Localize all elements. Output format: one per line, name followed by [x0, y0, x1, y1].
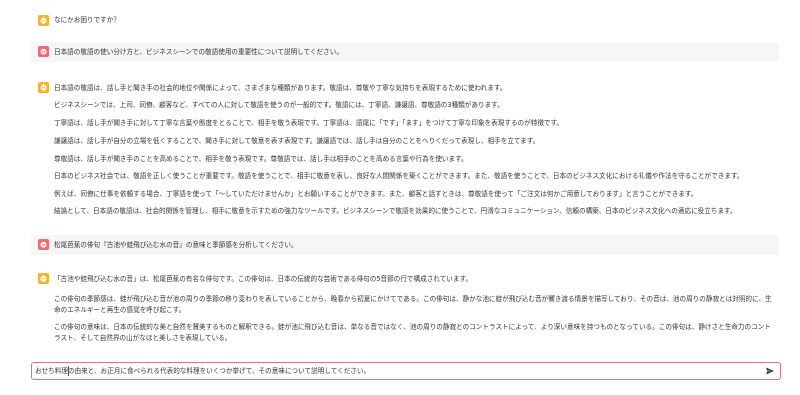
message-text: この俳句の意味は、日本の伝統的な美と自然を賛美するものと解釈できる。蛙が池に飛び…	[54, 323, 771, 342]
message-text: ビジネスシーンでは、上司、同僚、顧客など、すべての人に対して敬語を使うのが一般的…	[54, 101, 504, 109]
assistant-message-2: 日本語の敬語は、話し手と聞き手の社会的地位や関係によって、さまざまな種類がありま…	[31, 80, 779, 222]
message-text: 日本語の敬語の使い分け方と、ビジネスシーンでの敬語使用の重要性について説明してく…	[54, 48, 343, 56]
assistant-message-4: 「古池や蛙飛び込む水の音」は、松尾芭蕉の有名な俳句です。この俳句は、日本の伝統的…	[31, 271, 779, 345]
send-button[interactable]	[765, 366, 775, 376]
person-face-icon	[38, 239, 49, 250]
message-text: 謙譲語は、話し手が自分の立場を低くすることで、聞き手に対して敬意を表す表現です。…	[54, 137, 540, 145]
message-text: 「古池や蛙飛び込む水の音」は、松尾芭蕉の有名な俳句です。この俳句は、日本の伝統的…	[54, 275, 473, 283]
user-avatar-3	[38, 239, 49, 250]
message-text: 日本のビジネス社会では、敬語を正しく使うことが重要です。敬語を使うことで、相手に…	[54, 172, 744, 180]
message-text: この俳句の季節感は、蛙が飛び込む音が池の周りの季節の移り変わりを表していることか…	[54, 295, 772, 314]
assistant-message-0: なにかお困りですか？	[31, 12, 779, 30]
message-text: 松尾芭蕉の俳句『古池や蛙飛び込む水の音』の意味と季節感を分析してください。	[54, 241, 298, 249]
chat-input-text[interactable]: おせち料理の由来と、お正月に食べられる代表的な料理をいくつか挙げて、その意味につ…	[35, 368, 370, 375]
user-avatar-1	[38, 46, 49, 57]
message-text: なにかお困りですか？	[54, 16, 120, 24]
message-text: 例えば、同僚に仕事を依頼する場合、丁寧語を使って「〜していただけませんか」とお願…	[54, 190, 698, 198]
user-message-1: 日本語の敬語の使い分け方と、ビジネスシーンでの敬語使用の重要性について説明してく…	[31, 42, 779, 62]
chat-input[interactable]: おせち料理の由来と、お正月に食べられる代表的な料理をいくつか挙げて、その意味につ…	[31, 362, 781, 380]
message-text: 尊敬語は、話し手が聞き手のことを高めることで、相手を敬う表現です。尊敬語では、話…	[54, 155, 468, 163]
person-face-icon	[38, 46, 49, 57]
paper-plane-icon	[766, 367, 774, 375]
message-text: 丁寧語は、話し手が聞き手に対して丁寧な言葉や態度をとることで、相手を敬う表現です…	[54, 119, 564, 127]
text-caret	[68, 366, 69, 376]
user-message-3: 松尾芭蕉の俳句『古池や蛙飛び込む水の音』の意味と季節感を分析してください。	[31, 235, 779, 255]
message-text: 日本語の敬語は、話し手と聞き手の社会的地位や関係によって、さまざまな種類がありま…	[54, 84, 507, 92]
message-text: 結論として、日本語の敬語は、社会的関係を管理し、相手に敬意を示すための強力なツー…	[54, 207, 737, 215]
